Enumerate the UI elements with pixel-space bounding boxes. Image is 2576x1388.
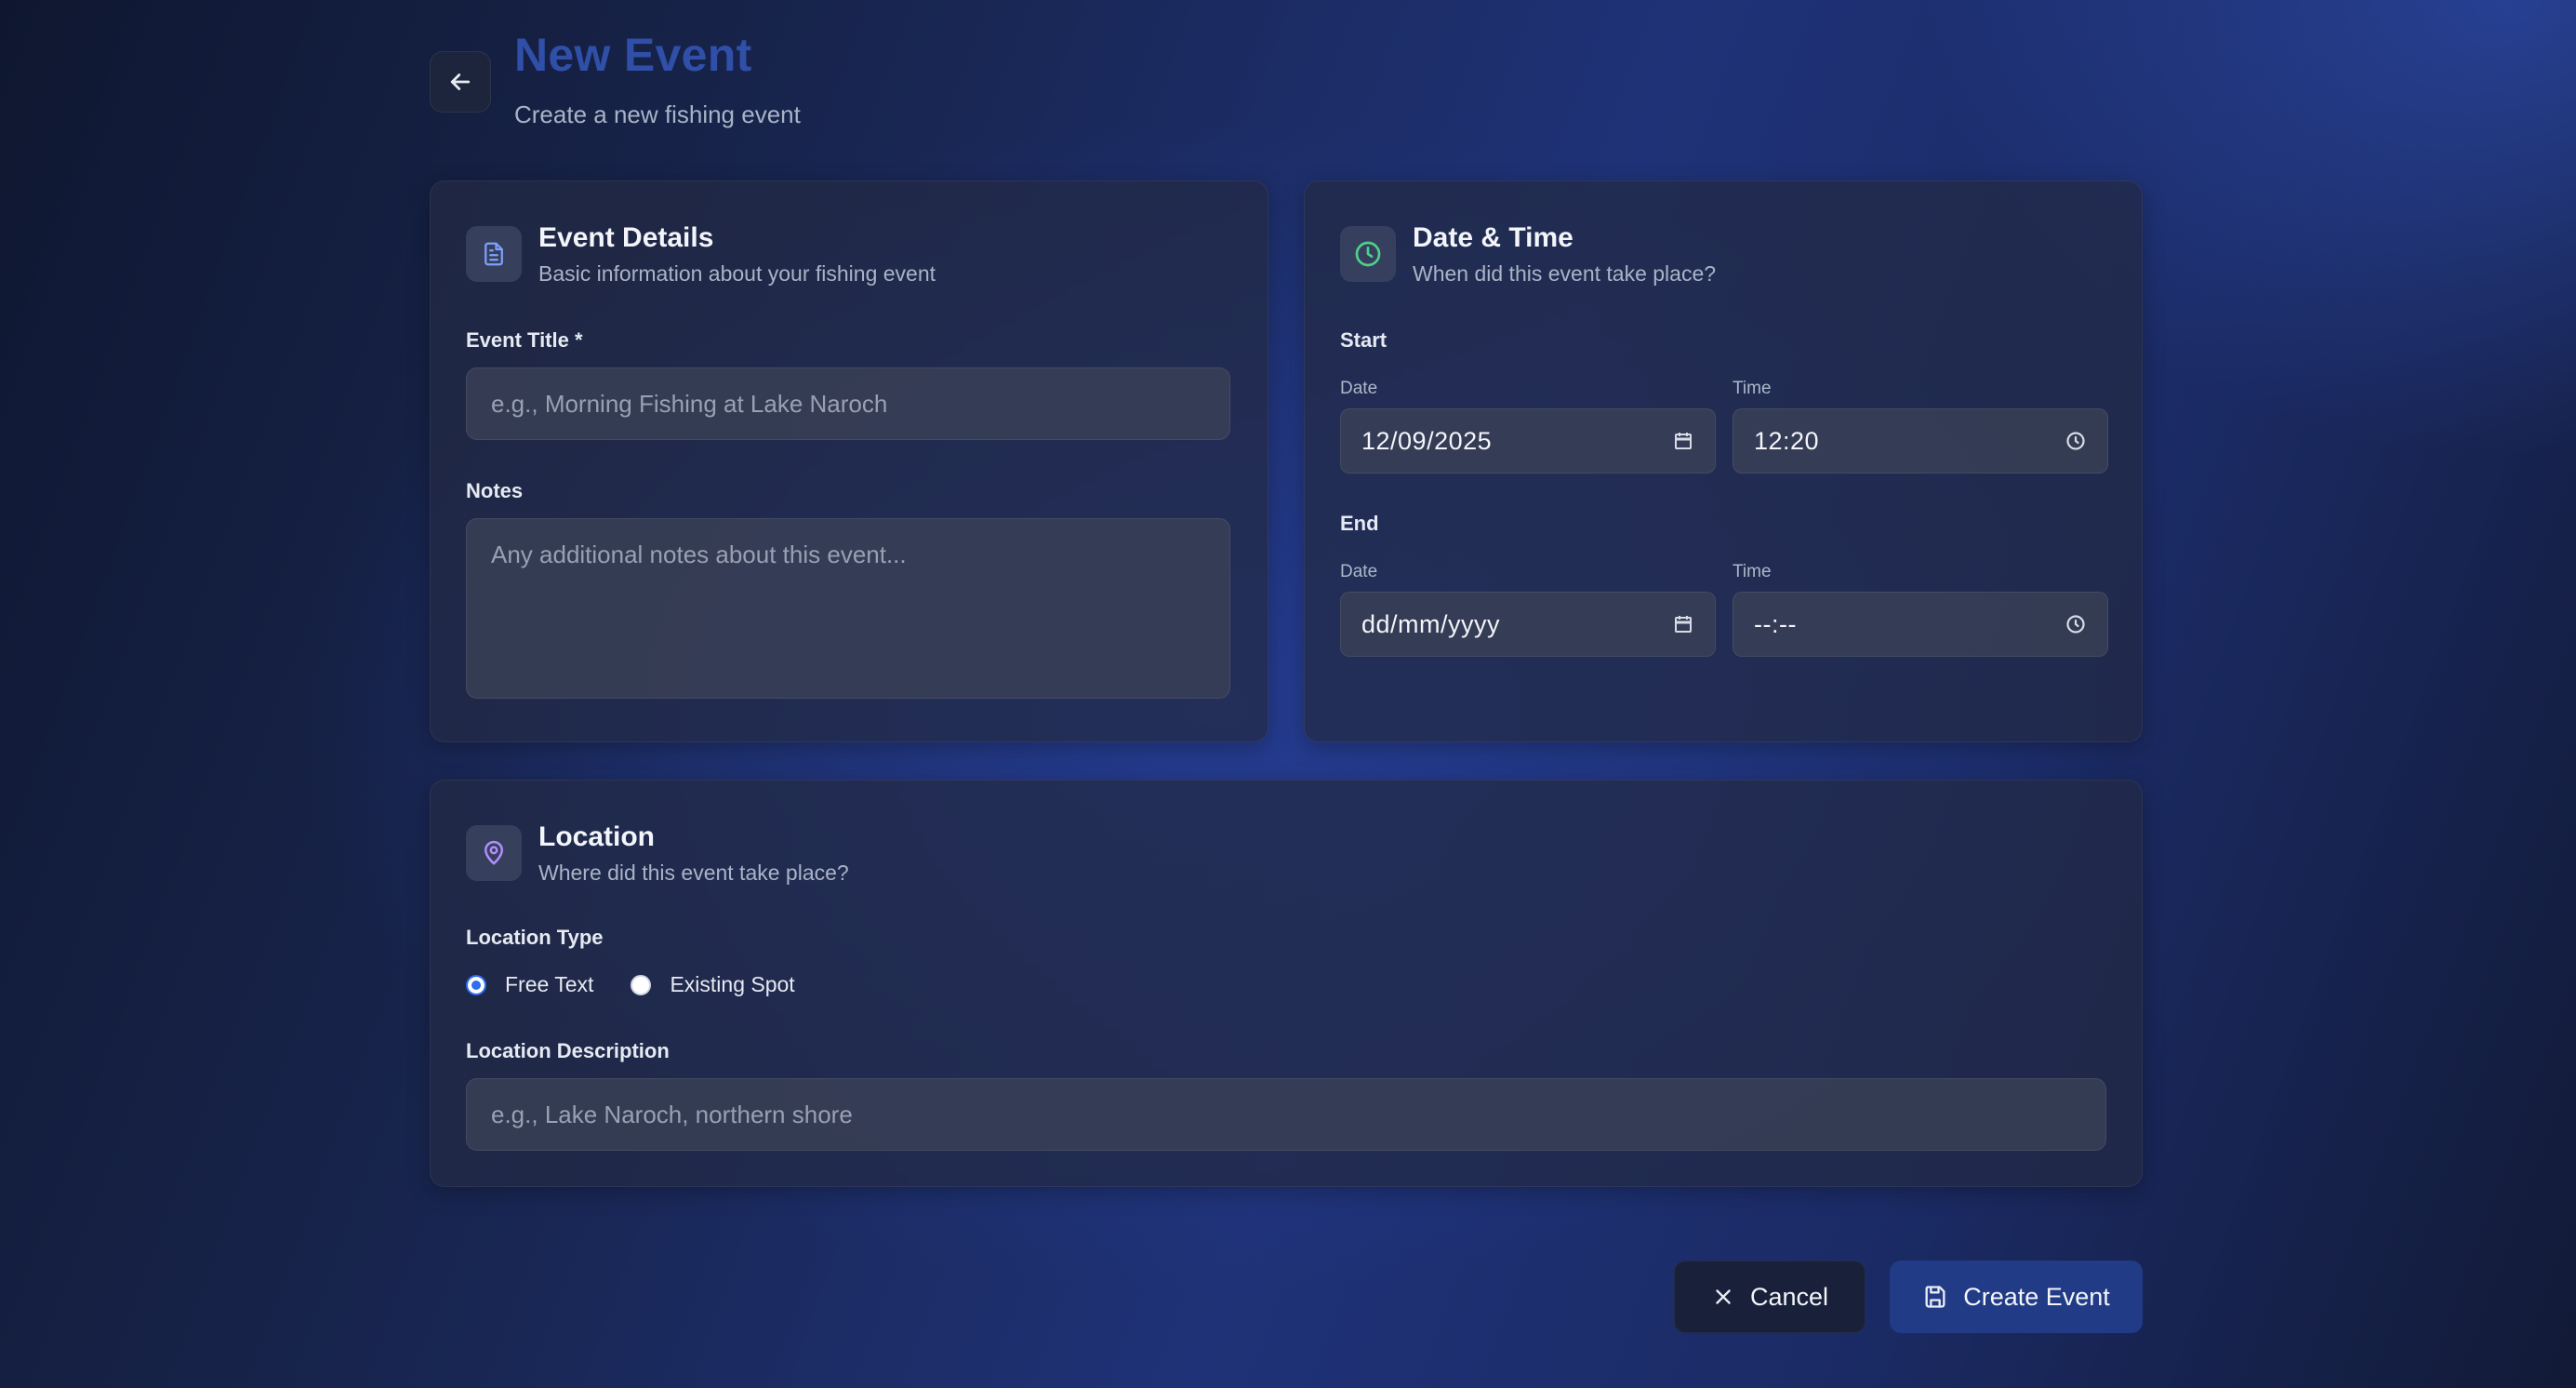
location-type-label: Location Type xyxy=(466,926,604,949)
notes-textarea[interactable] xyxy=(466,518,1230,699)
start-label: Start xyxy=(1340,328,1388,352)
end-time-label: Time xyxy=(1733,562,1772,581)
calendar-icon[interactable] xyxy=(1672,613,1694,635)
free-text-radio[interactable] xyxy=(466,974,486,995)
start-date-value: 12/09/2025 xyxy=(1361,426,1493,455)
clock-icon[interactable] xyxy=(2065,613,2087,635)
page-subtitle: Create a new fishing event xyxy=(514,100,801,128)
location-subtitle: Where did this event take place? xyxy=(538,861,849,885)
page-title: New Event xyxy=(514,29,752,81)
start-time-input[interactable]: 12:20 xyxy=(1733,408,2108,474)
location-type-radio-group: Free Text Existing Spot xyxy=(466,972,832,997)
cancel-button[interactable]: Cancel xyxy=(1674,1261,1866,1333)
start-date-label: Date xyxy=(1340,379,1378,398)
end-time-value: --:-- xyxy=(1754,609,1797,638)
date-time-title: Date & Time xyxy=(1413,222,1573,253)
existing-spot-radio-label[interactable]: Existing Spot xyxy=(670,972,794,997)
create-event-button-label: Create Event xyxy=(1963,1282,2110,1311)
event-title-label: Event Title * xyxy=(466,328,583,352)
close-icon xyxy=(1716,1289,1731,1304)
location-card: Location Where did this event take place… xyxy=(430,780,2143,1187)
location-title: Location xyxy=(538,821,655,852)
location-description-label: Location Description xyxy=(466,1039,670,1062)
end-date-input[interactable]: dd/mm/yyyy xyxy=(1340,592,1716,657)
calendar-icon[interactable] xyxy=(1672,430,1694,452)
event-title-input[interactable] xyxy=(466,367,1230,440)
back-button[interactable] xyxy=(430,51,491,113)
clock-icon[interactable] xyxy=(2065,430,2087,452)
document-icon xyxy=(466,226,522,282)
event-details-title: Event Details xyxy=(538,222,714,253)
notes-label: Notes xyxy=(466,479,524,502)
free-text-radio-label[interactable]: Free Text xyxy=(505,972,593,997)
map-pin-icon xyxy=(466,825,522,881)
end-time-input[interactable]: --:-- xyxy=(1733,592,2108,657)
end-date-value: dd/mm/yyyy xyxy=(1361,609,1501,638)
start-date-input[interactable]: 12/09/2025 xyxy=(1340,408,1716,474)
clock-icon xyxy=(1340,226,1396,282)
create-event-button[interactable]: Create Event xyxy=(1890,1261,2143,1333)
event-details-card: Event Details Basic information about yo… xyxy=(430,180,1268,742)
event-details-subtitle: Basic information about your fishing eve… xyxy=(538,261,936,286)
existing-spot-radio[interactable] xyxy=(631,974,652,995)
start-time-label: Time xyxy=(1733,379,1772,398)
start-time-value: 12:20 xyxy=(1754,426,1820,455)
date-time-card: Date & Time When did this event take pla… xyxy=(1304,180,2143,742)
end-label: End xyxy=(1340,512,1379,535)
cancel-button-label: Cancel xyxy=(1749,1282,1829,1311)
date-time-subtitle: When did this event take place? xyxy=(1413,261,1717,286)
save-icon xyxy=(1925,1286,1945,1308)
location-description-input[interactable] xyxy=(466,1078,2106,1151)
arrow-left-icon xyxy=(450,73,471,90)
end-date-label: Date xyxy=(1340,562,1378,581)
